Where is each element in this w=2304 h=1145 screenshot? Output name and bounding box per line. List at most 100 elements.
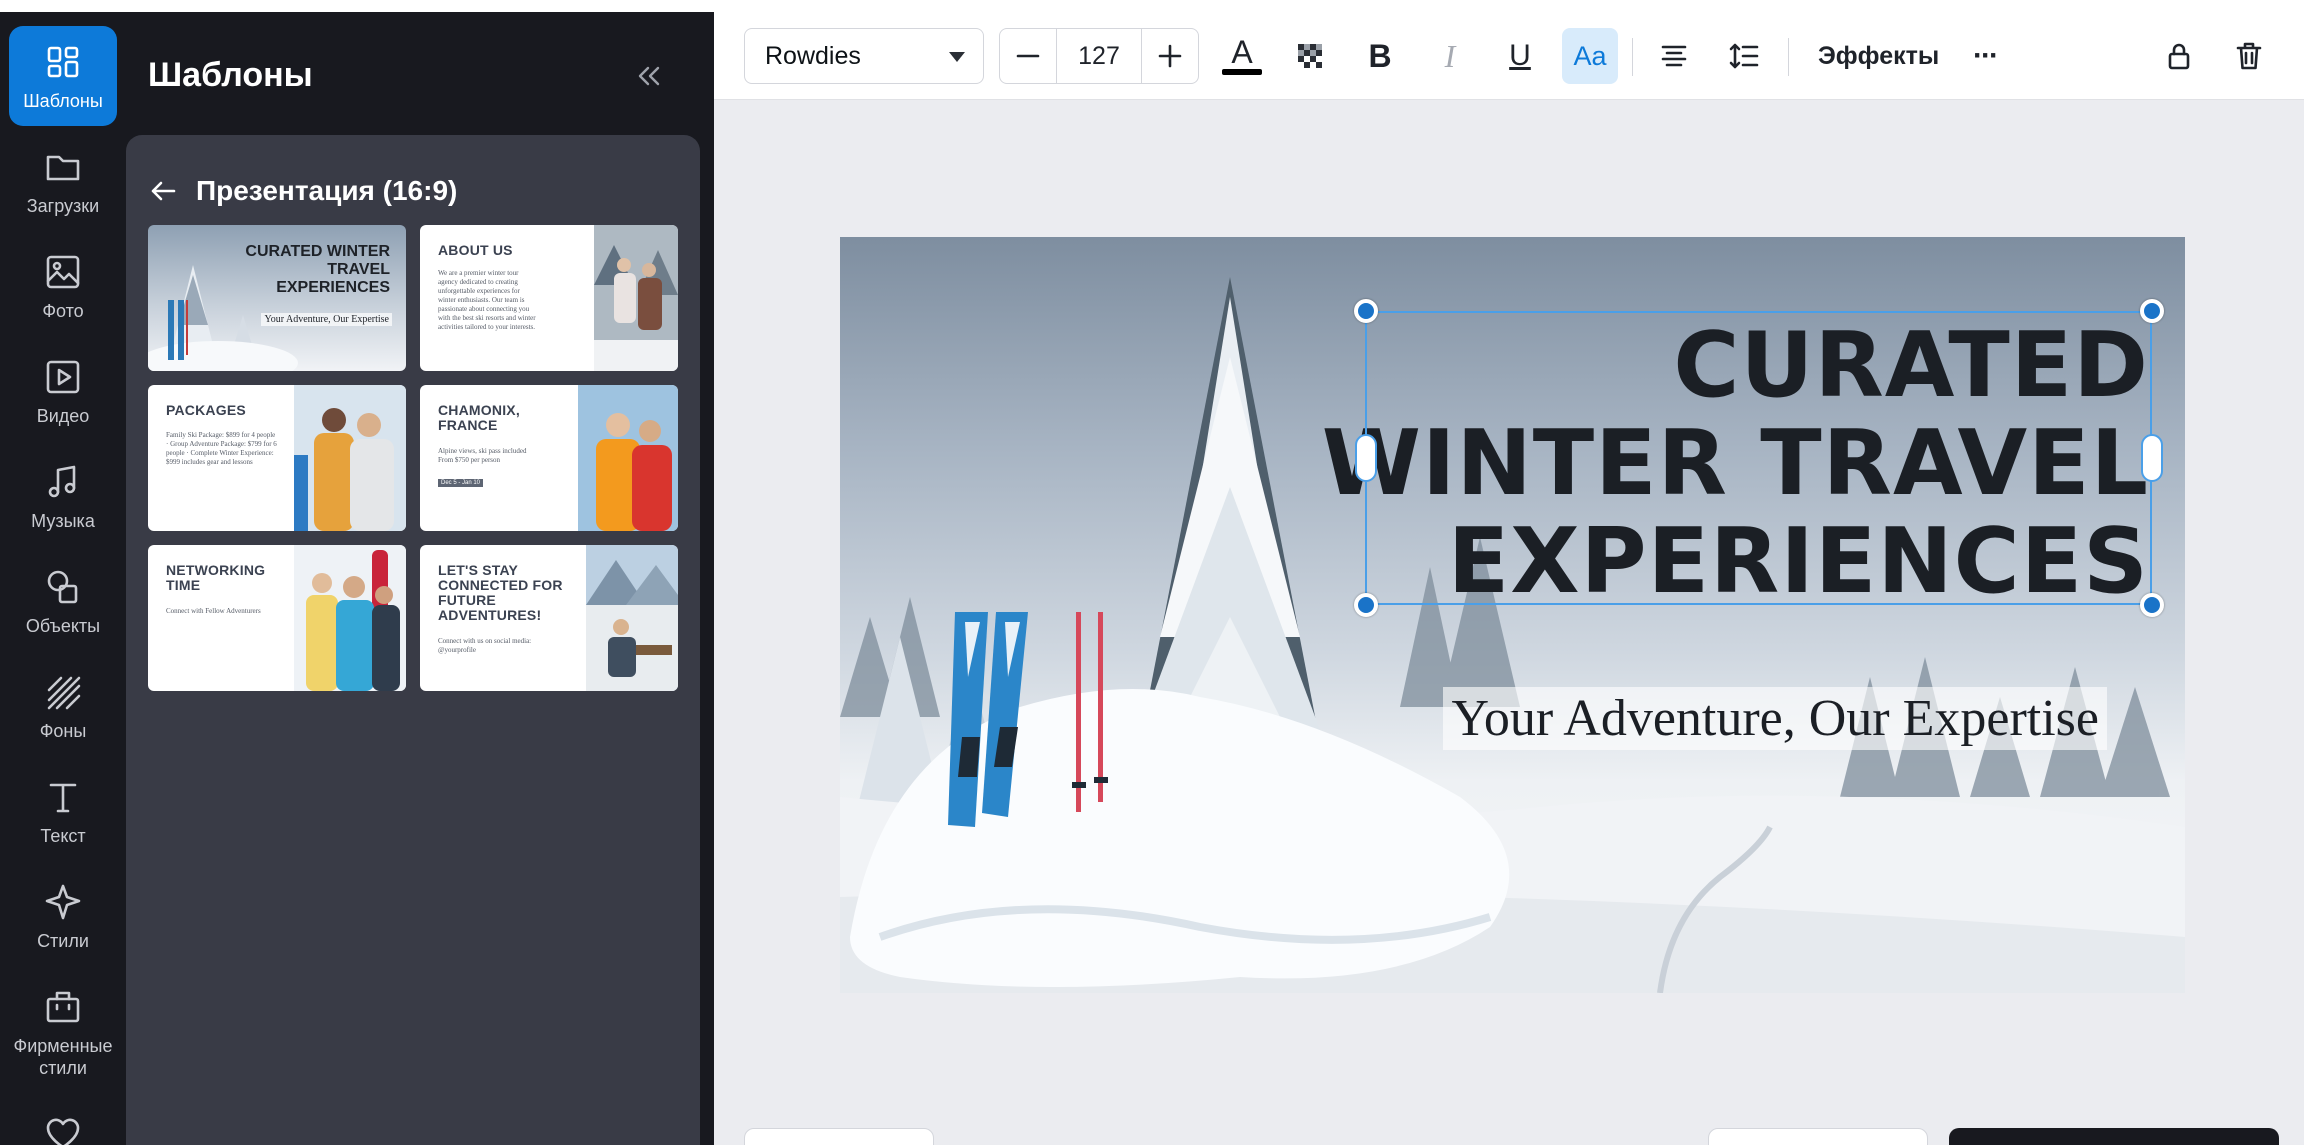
text-icon xyxy=(41,775,85,819)
delete-button[interactable] xyxy=(2221,28,2277,84)
decrease-font-size-button[interactable] xyxy=(1000,29,1056,83)
sparkle-icon xyxy=(41,880,85,924)
lock-button[interactable] xyxy=(2151,28,2207,84)
resize-handle-top-right[interactable] xyxy=(2140,299,2164,323)
heart-icon xyxy=(41,1111,85,1145)
bold-icon: B xyxy=(1368,37,1392,74)
more-options-button[interactable]: ··· xyxy=(1957,28,2013,84)
rail-item-label: Фото xyxy=(42,301,84,321)
rail-item-objects[interactable]: Объекты xyxy=(9,551,117,651)
italic-icon: I xyxy=(1444,37,1456,74)
resize-handle-bottom-right[interactable] xyxy=(2140,593,2164,617)
rail-item-photo[interactable]: Фото xyxy=(9,236,117,336)
thumb-body: We are a premier winter tour agency dedi… xyxy=(438,269,536,331)
template-thumb-networking[interactable]: NETWORKING TIME Connect with Fellow Adve… xyxy=(148,545,406,691)
transparency-button[interactable] xyxy=(1282,28,1338,84)
font-family-value: Rowdies xyxy=(765,41,861,70)
arrow-left-icon xyxy=(151,181,176,201)
template-group-card: Презентация (16:9) CURATED WINTER TRAVEL… xyxy=(126,135,700,1145)
back-button[interactable]: Презентация (16:9) xyxy=(148,175,457,207)
resize-handle-right[interactable] xyxy=(2141,434,2163,482)
lock-icon xyxy=(2168,43,2190,70)
rail-item-label: Шаблоны xyxy=(23,91,103,111)
rail-item-music[interactable]: Музыка xyxy=(9,446,117,546)
letter-case-icon: Aa xyxy=(1573,40,1607,71)
bold-button[interactable]: B xyxy=(1352,28,1408,84)
rail-item-backgrounds[interactable]: Фоны xyxy=(9,656,117,756)
thumb-title: ABOUT US xyxy=(438,242,513,258)
template-thumb-packages[interactable]: PACKAGES Family Ski Package: $899 for 4 … xyxy=(148,385,406,531)
line-spacing-button[interactable] xyxy=(1716,28,1772,84)
template-group-title: Презентация (16:9) xyxy=(196,175,458,206)
thumb-body: Connect with us on social media: @yourpr… xyxy=(438,637,532,654)
thumb-title: PACKAGES xyxy=(166,402,246,418)
letter-case-button[interactable]: Aa xyxy=(1562,28,1618,84)
trash-icon xyxy=(2236,42,2262,70)
music-icon xyxy=(41,460,85,504)
rail-item-label: Музыка xyxy=(31,511,95,531)
rail-item-label: Видео xyxy=(36,406,90,426)
font-size-stepper: 127 xyxy=(999,28,1199,84)
slide-title-line: CURATED xyxy=(1673,313,2149,418)
rail-item-text[interactable]: Текст xyxy=(9,761,117,861)
align-center-icon xyxy=(1661,45,1687,67)
rail-item-favorites[interactable] xyxy=(9,1097,117,1145)
resize-handle-top-left[interactable] xyxy=(1354,299,1378,323)
chevron-down-icon xyxy=(949,52,965,62)
thumb-title: CHAMONIX, FRANCE xyxy=(438,402,520,433)
rail-item-uploads[interactable]: Загрузки xyxy=(9,131,117,231)
bottom-primary-button[interactable] xyxy=(1949,1128,2279,1145)
rail-item-video[interactable]: Видео xyxy=(9,341,117,441)
thumb-photo-group xyxy=(294,545,406,691)
checkerboard-icon xyxy=(1298,44,1322,68)
thumb-photo-friends xyxy=(578,385,678,531)
align-center-button[interactable] xyxy=(1646,28,1702,84)
template-thumb-cover[interactable]: CURATED WINTER TRAVEL EXPERIENCES Your A… xyxy=(148,225,406,371)
video-icon xyxy=(41,355,85,399)
thumb-body: Family Ski Package: $899 for 4 people · … xyxy=(166,431,277,466)
template-thumb-chamonix[interactable]: CHAMONIX, FRANCE Alpine views, ski pass … xyxy=(420,385,678,531)
rail-item-brand-styles[interactable]: Фирменные стили xyxy=(9,971,117,1091)
slide-canvas[interactable]: CURATED WINTER TRAVEL EXPERIENCES Your A… xyxy=(840,237,2185,993)
briefcase-icon xyxy=(41,985,85,1029)
thumb-subtitle: Your Adventure, Our Expertise xyxy=(261,313,392,326)
text-toolbar: Rowdies 127 A B I U Aa Эффекты ··· xyxy=(714,12,2304,100)
backgrounds-icon xyxy=(41,670,85,714)
top-strip xyxy=(0,0,2304,12)
italic-button[interactable]: I xyxy=(1422,28,1478,84)
rail-item-styles[interactable]: Стили xyxy=(9,866,117,966)
template-thumb-stay-connected[interactable]: LET'S STAY CONNECTED FOR FUTURE ADVENTUR… xyxy=(420,545,678,691)
thumb-photo-skiers xyxy=(294,385,406,531)
increase-font-size-button[interactable] xyxy=(1142,29,1198,83)
resize-handle-left[interactable] xyxy=(1355,434,1377,482)
rail-item-label: Объекты xyxy=(25,616,101,636)
thumb-photo-couple xyxy=(594,225,678,371)
templates-icon xyxy=(41,40,85,84)
thumb-body: Connect with Fellow Adventurers xyxy=(166,607,261,615)
thumb-date-tag: Dec 5 - Jan 10 xyxy=(438,479,484,487)
text-color-button[interactable]: A xyxy=(1214,28,1270,84)
bottom-left-button[interactable] xyxy=(744,1128,934,1145)
resize-handle-bottom-left[interactable] xyxy=(1354,593,1378,617)
rail-item-label: Стили xyxy=(37,931,89,951)
rail-item-label: Фоны xyxy=(39,721,87,741)
thumb-photo-lodge xyxy=(586,545,678,691)
bottom-secondary-button[interactable] xyxy=(1708,1128,1928,1145)
double-chevron-left-icon xyxy=(634,61,664,96)
rail-item-templates[interactable]: Шаблоны xyxy=(9,26,117,126)
slide-subtitle[interactable]: Your Adventure, Our Expertise xyxy=(1443,687,2107,750)
effects-button[interactable]: Эффекты xyxy=(1804,28,1953,84)
underline-button[interactable]: U xyxy=(1492,28,1548,84)
left-rail: Шаблоны Загрузки Фото Видео Музыка Объек… xyxy=(0,12,126,1145)
font-family-dropdown[interactable]: Rowdies xyxy=(744,28,984,84)
thumb-title: CURATED WINTER TRAVEL EXPERIENCES xyxy=(245,243,390,296)
font-size-input[interactable]: 127 xyxy=(1056,29,1142,83)
slide-title[interactable]: CURATED WINTER TRAVEL EXPERIENCES xyxy=(1322,317,2149,611)
shapes-icon xyxy=(41,565,85,609)
toolbar-divider xyxy=(1788,38,1789,76)
more-horizontal-icon: ··· xyxy=(1973,39,1999,72)
toolbar-divider xyxy=(1632,38,1633,76)
thumb-title: NETWORKING TIME xyxy=(166,562,266,593)
collapse-panel-button[interactable] xyxy=(626,58,672,98)
template-thumb-about-us[interactable]: ABOUT US We are a premier winter tour ag… xyxy=(420,225,678,371)
